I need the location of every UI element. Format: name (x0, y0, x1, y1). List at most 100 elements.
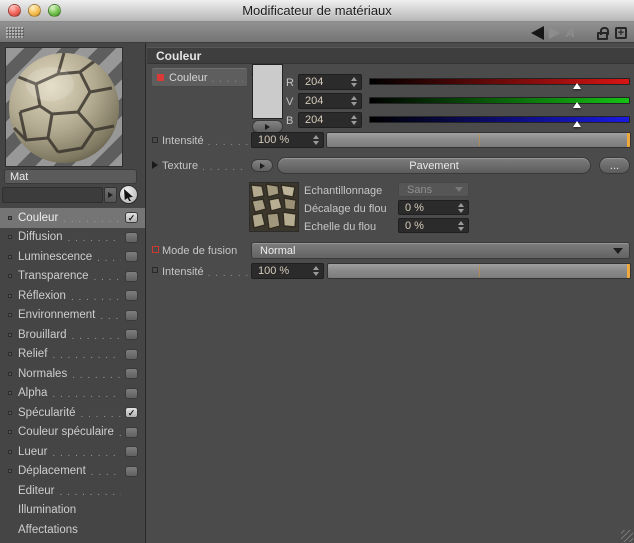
channel-checkbox[interactable] (125, 290, 138, 301)
g-value-spinner[interactable]: 204 (298, 93, 362, 109)
sampling-dropdown[interactable]: Sans (398, 182, 469, 197)
slider-handle[interactable] (573, 121, 581, 127)
slider-handle[interactable] (627, 133, 630, 147)
channel-checkbox[interactable] (125, 232, 138, 243)
intensity2-value: 100 % (252, 265, 311, 277)
color-parameter-chip[interactable]: Couleur (152, 68, 247, 87)
sidebar-item-editeur[interactable]: Editeur (0, 481, 145, 501)
channel-checkbox[interactable] (125, 466, 138, 477)
b-value-spinner[interactable]: 204 (298, 112, 362, 128)
channel-label: Affectations (18, 524, 78, 536)
channel-checkbox[interactable]: ✓ (125, 407, 138, 418)
green-gradient-slider[interactable] (369, 97, 630, 104)
title-bar[interactable]: Modificateur de matériaux (0, 0, 634, 22)
channel-checkbox[interactable] (125, 388, 138, 399)
g-channel-label: V (286, 93, 293, 110)
sidebar-item-diffusion[interactable]: Diffusion (0, 228, 145, 248)
blue-gradient-slider[interactable] (369, 116, 630, 123)
intensity-spinner[interactable]: 100 % (251, 132, 324, 148)
stepper-icon[interactable] (311, 266, 323, 276)
sidebar-item-alpha[interactable]: Alpha (0, 384, 145, 404)
back-arrow-icon[interactable] (531, 26, 544, 40)
channel-checkbox[interactable] (125, 368, 138, 379)
channel-label: Normales (18, 368, 67, 380)
channel-marker (8, 294, 12, 298)
slider-handle[interactable] (627, 264, 630, 278)
intensity-marker-icon (152, 137, 158, 143)
expand-right-icon (108, 192, 113, 198)
texture-name-button[interactable]: Pavement (277, 157, 591, 174)
channel-checkbox[interactable] (125, 271, 138, 282)
sidebar-item-lueur[interactable]: Lueur (0, 442, 145, 462)
stepper-icon[interactable] (456, 203, 468, 213)
add-window-icon[interactable]: + (615, 27, 627, 39)
intensity-slider[interactable] (326, 132, 631, 148)
sidebar-item-deplacement[interactable]: Déplacement (0, 462, 145, 482)
sidebar-item-reflexion[interactable]: Réflexion (0, 286, 145, 306)
color-swatch[interactable] (252, 64, 283, 119)
r-value-spinner[interactable]: 204 (298, 74, 362, 90)
compare-icon[interactable]: A (566, 22, 575, 43)
stepper-icon[interactable] (311, 135, 323, 145)
minimize-button[interactable] (28, 4, 41, 17)
channel-label: Alpha (18, 387, 47, 399)
dot-leader (208, 268, 248, 279)
channel-marker (8, 352, 12, 356)
blur-scale-spinner[interactable]: 0 % (398, 218, 469, 233)
sidebar-item-luminescence[interactable]: Luminescence (0, 247, 145, 267)
stepper-icon[interactable] (349, 77, 361, 87)
stepper-icon[interactable] (349, 115, 361, 125)
channel-marker (8, 333, 12, 337)
toolbar: A + (0, 22, 634, 43)
blend-mode-dropdown[interactable]: Normal (251, 242, 630, 259)
material-name-input[interactable] (4, 169, 137, 184)
channel-checkbox[interactable] (125, 349, 138, 360)
slider-mid-tick (479, 134, 480, 146)
zoom-button[interactable] (48, 4, 61, 17)
channel-checkbox[interactable] (125, 251, 138, 262)
sidebar-item-couleur-speculaire[interactable]: Couleur spéculaire (0, 423, 145, 443)
dot-leader (72, 370, 121, 381)
channel-marker (8, 391, 12, 395)
channel-search-expand-button[interactable] (104, 187, 117, 203)
texture-browse-button[interactable]: ... (599, 157, 630, 174)
sidebar-item-normales[interactable]: Normales (0, 364, 145, 384)
channel-search-input[interactable] (2, 187, 103, 203)
stepper-icon[interactable] (349, 96, 361, 106)
sidebar-item-relief[interactable]: Relief (0, 345, 145, 365)
forward-arrow-icon[interactable] (549, 27, 560, 39)
material-picker-button[interactable] (119, 185, 138, 204)
channel-checkbox[interactable] (125, 427, 138, 438)
resize-grip[interactable] (621, 530, 633, 542)
stepper-icon[interactable] (456, 221, 468, 231)
intensity2-slider[interactable] (327, 263, 631, 279)
drag-grip-icon[interactable] (6, 27, 24, 38)
sidebar-item-affectations[interactable]: Affectations (0, 520, 145, 540)
texture-label: Texture (162, 160, 198, 172)
close-button[interactable] (8, 4, 21, 17)
sidebar-item-specularite[interactable]: Spécularité✓ (0, 403, 145, 423)
red-gradient-slider[interactable] (369, 78, 630, 85)
dot-leader (63, 214, 121, 225)
texture-thumbnail[interactable] (249, 182, 299, 232)
lock-icon[interactable] (597, 32, 608, 40)
texture-expand-button[interactable] (251, 159, 273, 172)
sidebar-item-environnement[interactable]: Environnement (0, 306, 145, 326)
texture-expander-icon[interactable] (152, 161, 158, 169)
blur-offset-spinner[interactable]: 0 % (398, 200, 469, 215)
channel-checkbox[interactable]: ✓ (125, 212, 138, 223)
slider-handle[interactable] (573, 83, 581, 89)
sidebar-item-transparence[interactable]: Transparence (0, 267, 145, 287)
sidebar-item-couleur[interactable]: Couleur✓ (0, 208, 145, 228)
dot-leader (91, 467, 121, 478)
sidebar-item-illumination[interactable]: Illumination (0, 501, 145, 521)
channel-checkbox[interactable] (125, 446, 138, 457)
channel-checkbox[interactable] (125, 329, 138, 340)
intensity2-spinner[interactable]: 100 % (251, 263, 324, 279)
channel-checkbox[interactable] (125, 310, 138, 321)
channel-marker (8, 313, 12, 317)
material-preview[interactable] (5, 47, 123, 167)
slider-handle[interactable] (573, 102, 581, 108)
sidebar-item-brouillard[interactable]: Brouillard (0, 325, 145, 345)
pavement-thumbnail-image (250, 183, 298, 231)
